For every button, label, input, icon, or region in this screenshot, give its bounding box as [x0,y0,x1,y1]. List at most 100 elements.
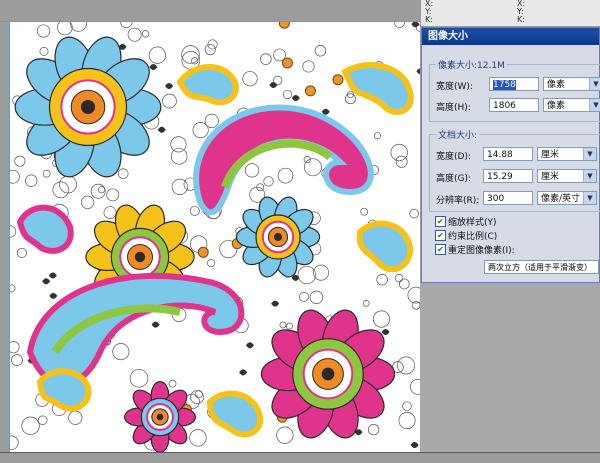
resolution-unit-select[interactable]: 像素/英寸 ▼ [537,191,597,205]
doodle [189,205,200,216]
pixel-height-value: 1806 [493,101,516,111]
doc-height-row: 高度(G): 15.29 厘米 ▼ [436,169,597,185]
doodle [314,44,327,57]
doodle [260,53,272,65]
dot-bead [278,22,290,29]
doodle [376,273,388,286]
doodle [390,143,408,162]
doodle [362,300,370,307]
doodle [244,163,260,178]
chevron-down-icon: ▼ [583,192,596,204]
heart-doodle [411,22,420,28]
doodle [394,22,405,29]
doodle [411,301,420,310]
dot-bead [304,85,316,97]
heart-doodle [49,292,58,299]
doodle [279,321,287,329]
doodle [59,175,77,194]
doc-height-label: 高度(G): [436,174,472,184]
document-size-group: 文档大小: 宽度(D): 14.88 厘米 ▼ 高度(G): 15.29 厘米 … [429,128,600,212]
doodle [409,208,419,219]
flower-small-core [274,233,282,241]
doodle [204,44,216,56]
resample-method-select[interactable]: 两次立方（适用于平滑渐变） [484,260,599,274]
workspace-background [420,283,600,452]
heart-doodle [269,81,278,88]
checkmark-icon: ✔ [435,244,446,255]
chevron-down-icon: ▼ [583,148,596,160]
doodle [286,322,293,330]
pixel-width-unit-select[interactable]: 像素 ▼ [543,77,600,91]
pixel-height-input[interactable]: 1806 [489,98,539,112]
chevron-down-icon: ▼ [589,78,600,90]
dot-bead [332,74,344,86]
constrain-proportions-label: 约束比例(C) [448,232,498,242]
doodle [70,22,87,32]
doodle [407,286,420,304]
heart-doodle [151,321,160,328]
doodle [162,93,177,109]
doodle [302,60,315,73]
doodle [10,435,19,450]
heart-doodle [381,329,390,336]
doc-width-label: 宽度(D): [436,152,471,162]
pixel-width-unit: 像素 [547,80,566,90]
doodle [57,22,73,36]
info-panel: X: Y: K: X: Y: K: [420,0,600,26]
doodle [282,89,293,100]
doc-width-value: 14.88 [487,150,513,160]
doodle [120,22,133,29]
scale-styles-label: 缩放样式(Y) [448,218,497,228]
heart-doodle [157,126,166,133]
doodle [10,169,20,184]
pixel-height-unit-select[interactable]: 像素 ▼ [543,98,600,112]
doodle [242,71,258,87]
doodle [398,412,416,430]
doc-height-input[interactable]: 15.29 [483,169,533,183]
doodle [10,341,20,354]
pixel-width-input[interactable]: 1758 [489,77,539,91]
document-canvas[interactable] [10,22,420,452]
paisley-artwork [10,22,420,452]
doc-width-unit: 厘米 [541,150,560,160]
doodle [127,27,142,42]
doodle [194,390,203,399]
doodle [394,273,404,283]
doodle [129,369,149,388]
heart-doodle [245,342,254,349]
doodle [263,176,274,187]
doodle [16,247,27,258]
doodle [168,379,177,388]
pixel-height-unit: 像素 [547,101,566,111]
doodle [171,178,188,195]
doc-width-input[interactable]: 14.88 [483,147,533,161]
doodle [112,343,130,361]
doodle [207,259,216,268]
resolution-input[interactable]: 300 [483,191,533,205]
doodle [25,174,38,187]
doodle [148,46,166,64]
doodle [10,225,17,238]
heart-doodle [271,300,280,307]
pixel-width-label: 宽度(W): [436,82,473,92]
info-k: K: [425,15,433,24]
doodle [117,168,129,179]
doodle [398,278,410,290]
doodle [367,423,380,436]
doodle [360,207,369,216]
resample-method-value: 两次立方（适用于平滑渐变） [488,263,592,272]
doc-width-row: 宽度(D): 14.88 厘米 ▼ [436,147,597,163]
doodle [37,415,48,426]
doodle [10,284,16,293]
doodle [397,356,415,375]
resolution-value: 300 [487,194,505,204]
flower-blue-core [81,100,95,114]
heart-doodle [165,82,174,89]
doodle [21,416,40,435]
heart-doodle [416,68,420,75]
chevron-down-icon: ▼ [589,99,600,111]
doc-height-unit: 厘米 [541,172,560,182]
doc-height-unit-select[interactable]: 厘米 ▼ [537,169,597,183]
checkmark-icon: ✔ [435,216,446,227]
doc-width-unit-select[interactable]: 厘米 ▼ [537,147,597,161]
